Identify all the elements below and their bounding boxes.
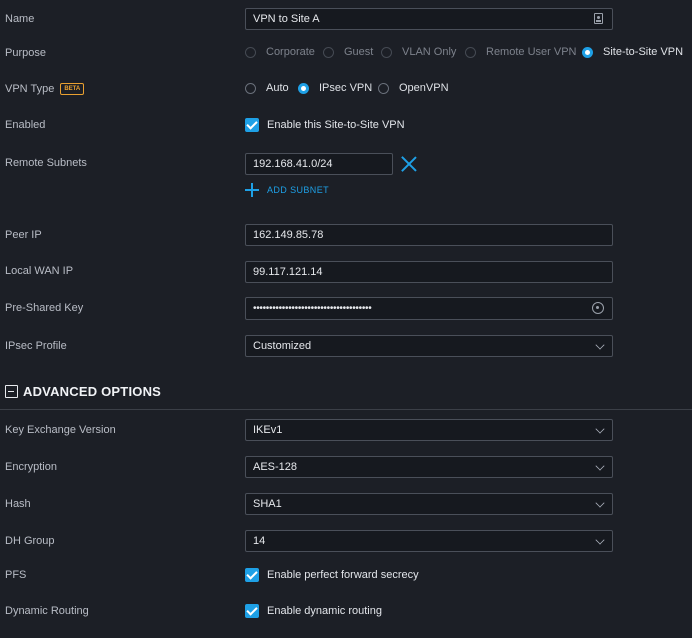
radio-label: IPsec VPN [319, 82, 373, 94]
encryption-select[interactable]: AES-128 [245, 456, 613, 478]
enabled-checkbox[interactable] [245, 118, 259, 132]
local-wan-ip-label: Local WAN IP [5, 265, 74, 277]
hash-label: Hash [5, 498, 31, 510]
pre-shared-key-value: ••••••••••••••••••••••••••••••••••••• [253, 303, 372, 314]
remote-subnet-value: 192.168.41.0/24 [253, 158, 333, 170]
dh-group-select[interactable]: 14 [245, 530, 613, 552]
purpose-label: Purpose [5, 47, 46, 59]
purpose-option-guest[interactable]: Guest [323, 46, 373, 58]
hash-select[interactable]: SHA1 [245, 493, 613, 515]
name-value: VPN to Site A [253, 13, 320, 25]
vpn-type-option-auto[interactable]: Auto [245, 82, 289, 94]
dynamic-routing-label: Dynamic Routing [5, 605, 89, 617]
radio-label: Remote User VPN [486, 46, 577, 58]
dynamic-routing-checkbox[interactable] [245, 604, 259, 618]
beta-badge: BETA [60, 83, 85, 96]
key-exchange-label: Key Exchange Version [5, 424, 116, 436]
key-exchange-value: IKEv1 [253, 424, 283, 436]
plus-icon [245, 183, 259, 197]
remove-subnet-icon[interactable] [400, 155, 418, 173]
radio-label: Corporate [266, 46, 315, 58]
chevron-down-icon [595, 535, 605, 545]
vpn-type-label-text: VPN Type [5, 83, 55, 95]
pre-shared-key-input[interactable]: ••••••••••••••••••••••••••••••••••••• [245, 297, 613, 320]
add-subnet-label: ADD SUBNET [267, 185, 330, 195]
radio-icon [381, 46, 392, 58]
remote-subnet-input[interactable]: 192.168.41.0/24 [245, 153, 393, 175]
dh-group-label: DH Group [5, 535, 55, 547]
ipsec-profile-select[interactable]: Customized [245, 335, 613, 357]
encryption-label: Encryption [5, 461, 57, 473]
peer-ip-label: Peer IP [5, 229, 42, 241]
name-input[interactable]: VPN to Site A [245, 8, 613, 30]
advanced-options-toggle[interactable]: ADVANCED OPTIONS [5, 384, 205, 400]
enabled-checkbox-label: Enable this Site-to-Site VPN [267, 119, 405, 131]
hash-value: SHA1 [253, 498, 282, 510]
advanced-options-title: ADVANCED OPTIONS [23, 384, 162, 399]
dh-group-value: 14 [253, 535, 266, 547]
radio-label: OpenVPN [399, 82, 449, 94]
vpn-type-label: VPN Type BETA [5, 83, 85, 96]
radio-selected-icon [582, 46, 593, 58]
pfs-checkbox[interactable] [245, 568, 259, 582]
section-divider [0, 409, 692, 410]
radio-label: Guest [344, 46, 374, 58]
radio-icon [465, 46, 476, 58]
radio-icon [323, 46, 334, 58]
peer-ip-value: 162.149.85.78 [253, 229, 324, 241]
radio-icon [245, 82, 256, 94]
pfs-checkbox-label: Enable perfect forward secrecy [267, 569, 419, 581]
ipsec-profile-label: IPsec Profile [5, 340, 67, 352]
radio-label: Auto [266, 82, 289, 94]
contact-card-icon[interactable] [594, 13, 603, 24]
ipsec-profile-value: Customized [253, 340, 312, 352]
purpose-option-corporate[interactable]: Corporate [245, 46, 315, 58]
add-subnet-button[interactable]: ADD SUBNET [245, 182, 345, 198]
pre-shared-key-label: Pre-Shared Key [5, 302, 84, 314]
chevron-down-icon [595, 461, 605, 471]
chevron-down-icon [595, 424, 605, 434]
purpose-option-vlan-only[interactable]: VLAN Only [381, 46, 456, 58]
dynamic-routing-checkbox-label: Enable dynamic routing [267, 605, 382, 617]
eye-reveal-icon[interactable] [592, 302, 604, 314]
vpn-type-option-ipsec[interactable]: IPsec VPN [298, 82, 372, 94]
vpn-type-option-openvpn[interactable]: OpenVPN [378, 82, 449, 94]
local-wan-ip-value: 99.117.121.14 [253, 266, 323, 278]
local-wan-ip-input[interactable]: 99.117.121.14 [245, 261, 613, 283]
purpose-option-remote-user-vpn[interactable]: Remote User VPN [465, 46, 576, 58]
radio-label: Site-to-Site VPN [603, 46, 684, 58]
radio-icon [245, 46, 256, 58]
radio-label: VLAN Only [402, 46, 457, 58]
radio-selected-icon [298, 82, 309, 94]
enabled-label: Enabled [5, 119, 46, 131]
pfs-label: PFS [5, 569, 27, 581]
peer-ip-input[interactable]: 162.149.85.78 [245, 224, 613, 246]
radio-icon [378, 82, 389, 94]
key-exchange-select[interactable]: IKEv1 [245, 419, 613, 441]
encryption-value: AES-128 [253, 461, 298, 473]
name-label: Name [5, 13, 35, 25]
chevron-down-icon [595, 498, 605, 508]
chevron-down-icon [595, 340, 605, 350]
collapse-icon [5, 385, 18, 398]
remote-subnets-label: Remote Subnets [5, 157, 87, 169]
purpose-option-site-to-site-vpn[interactable]: Site-to-Site VPN [582, 46, 683, 58]
